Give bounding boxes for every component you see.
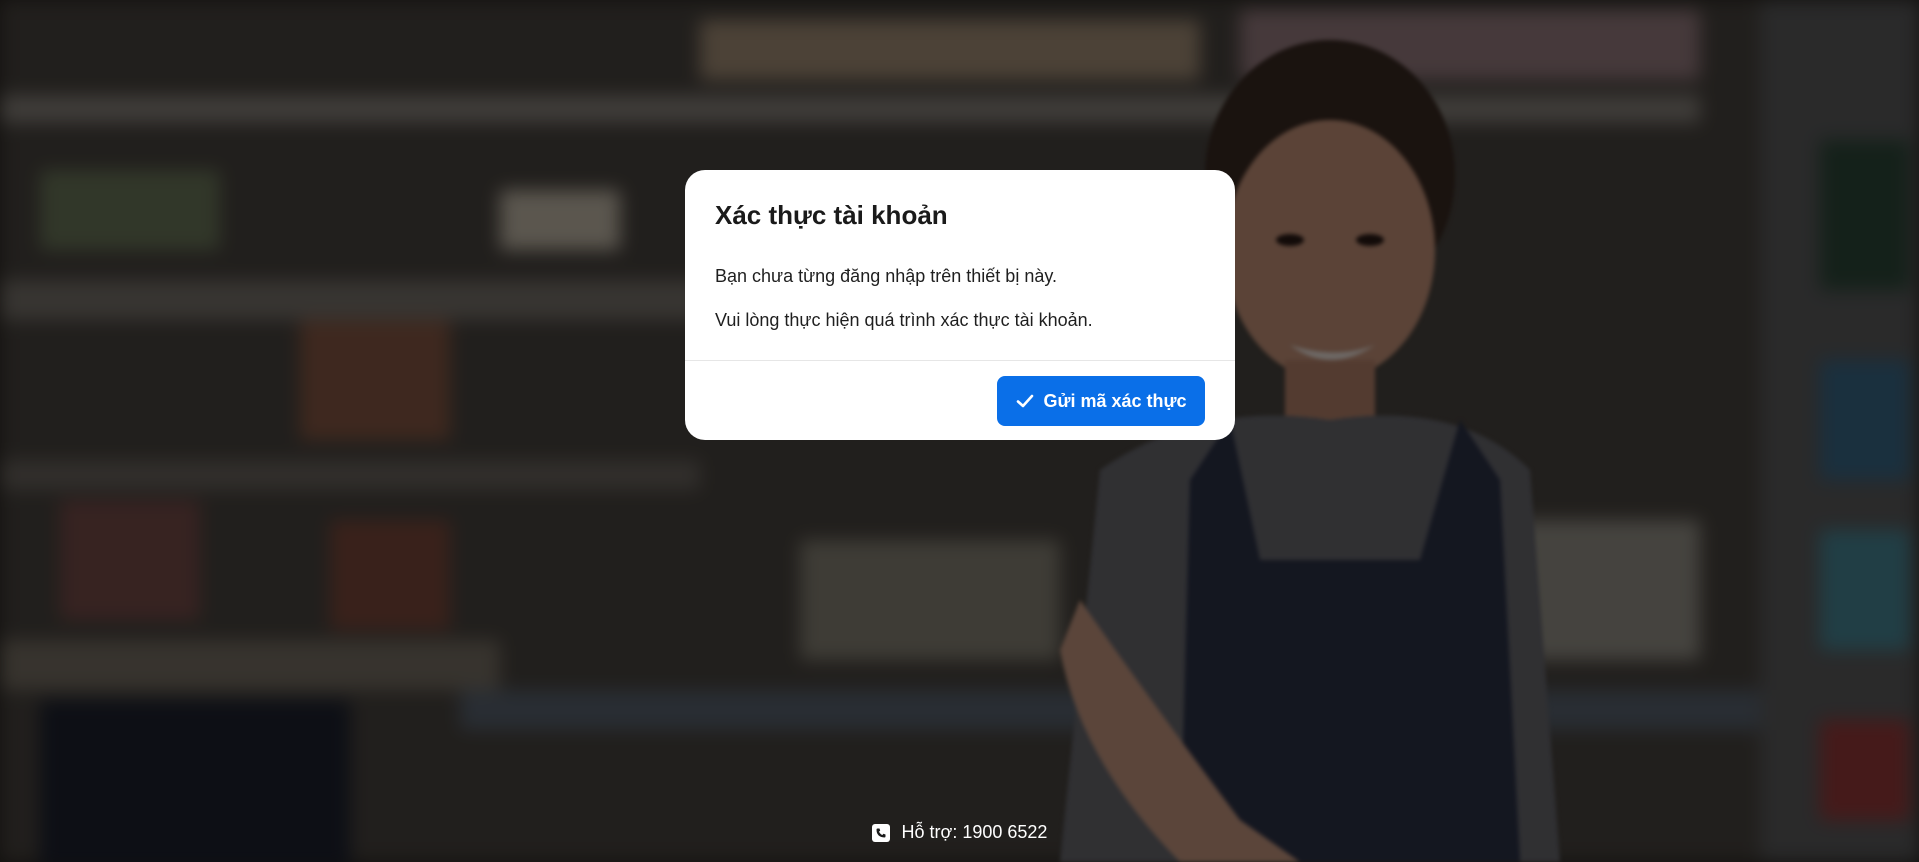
support-hotline[interactable]: Hỗ trợ: 1900 6522 [0,822,1919,843]
dialog-message-line-1: Bạn chưa từng đăng nhập trên thiết bị nà… [715,266,1057,286]
dialog-message-line-2: Vui lòng thực hiện quá trình xác thực tà… [715,310,1093,330]
verification-dialog: Xác thực tài khoản Bạn chưa từng đăng nh… [685,170,1235,440]
support-label: Hỗ trợ: 1900 6522 [901,822,1048,842]
dialog-divider [685,360,1235,361]
check-icon [1015,391,1035,411]
send-verification-code-button[interactable]: Gửi mã xác thực [997,376,1205,426]
send-verification-code-label: Gửi mã xác thực [1043,390,1187,411]
phone-icon [871,823,890,842]
dialog-title: Xác thực tài khoản [715,200,948,230]
